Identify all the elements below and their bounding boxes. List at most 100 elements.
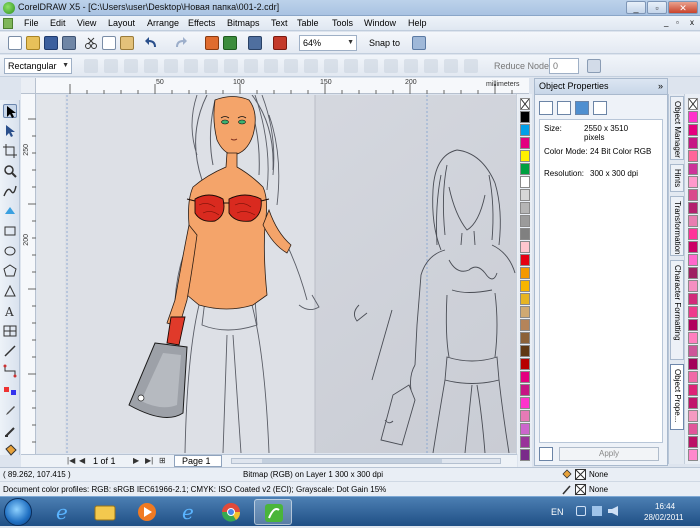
tab-object-manager[interactable]: Object Manager — [670, 96, 684, 160]
network-icon[interactable] — [592, 506, 602, 516]
document-color-profiles[interactable]: Document color profiles: RGB: sRGB IEC61… — [3, 485, 386, 494]
start-button[interactable] — [4, 498, 32, 526]
color-swatch[interactable] — [688, 293, 698, 305]
menu-effects[interactable]: Effects — [188, 18, 215, 28]
node-icon[interactable] — [404, 59, 418, 73]
last-page-icon[interactable]: ▶| — [145, 456, 153, 465]
clock-date[interactable]: 28/02/2011 — [644, 513, 683, 522]
internet-explorer-icon[interactable]: e — [44, 499, 82, 525]
menu-help[interactable]: Help — [408, 18, 427, 28]
node-icon[interactable] — [104, 59, 118, 73]
options-icon[interactable] — [587, 59, 601, 73]
menu-tools[interactable]: Tools — [332, 18, 353, 28]
doc-minimize-button[interactable]: _ — [664, 18, 668, 27]
node-icon[interactable] — [344, 59, 358, 73]
color-swatch[interactable] — [520, 410, 530, 422]
node-icon[interactable] — [124, 59, 138, 73]
color-swatch[interactable] — [688, 358, 698, 370]
notification-arrow-icon[interactable] — [576, 506, 586, 516]
color-swatch[interactable] — [520, 306, 530, 318]
fill-tab-icon[interactable] — [539, 101, 553, 115]
menu-table[interactable]: Table — [297, 18, 319, 28]
color-swatch[interactable] — [688, 228, 698, 240]
color-swatch[interactable] — [520, 189, 530, 201]
pick-tool-icon[interactable] — [3, 104, 17, 118]
page-tab[interactable]: Page 1 — [174, 455, 222, 467]
color-swatch[interactable] — [688, 111, 698, 123]
color-swatch[interactable] — [688, 345, 698, 357]
paste-icon[interactable] — [120, 36, 134, 50]
menu-edit[interactable]: Edit — [50, 18, 66, 28]
node-icon[interactable] — [264, 59, 278, 73]
open-folder-icon[interactable] — [26, 36, 40, 50]
save-icon[interactable] — [44, 36, 58, 50]
snap-to-menu[interactable]: Snap to — [369, 38, 400, 48]
crop-tool-icon[interactable] — [3, 144, 17, 158]
outline-tab-icon[interactable] — [557, 101, 571, 115]
tab-hints[interactable]: Hints — [670, 164, 684, 192]
color-swatch[interactable] — [520, 397, 530, 409]
node-icon[interactable] — [184, 59, 198, 73]
node-icon[interactable] — [224, 59, 238, 73]
node-icon[interactable] — [84, 59, 98, 73]
dimension-tool-icon[interactable] — [3, 344, 17, 358]
color-swatch[interactable] — [688, 176, 698, 188]
color-swatch[interactable] — [520, 254, 530, 266]
smart-fill-tool-icon[interactable] — [3, 204, 17, 218]
cut-icon[interactable] — [84, 36, 98, 50]
no-outline-icon[interactable] — [575, 484, 586, 495]
export-icon[interactable] — [223, 36, 237, 50]
no-color-swatch[interactable] — [520, 98, 530, 110]
shape-mode-select[interactable]: Rectangular ▼ — [4, 58, 72, 74]
horizontal-scrollbar[interactable] — [231, 458, 501, 464]
color-swatch[interactable] — [520, 332, 530, 344]
tab-character-formatting[interactable]: Character Formatting — [670, 260, 684, 360]
copy-icon[interactable] — [102, 36, 116, 50]
horizontal-ruler[interactable]: 50 100 150 200 millimeters — [36, 78, 529, 94]
import-icon[interactable] — [205, 36, 219, 50]
color-swatch[interactable] — [688, 163, 698, 175]
blend-tool-icon[interactable] — [3, 384, 17, 398]
color-swatch[interactable] — [520, 267, 530, 279]
next-page-icon[interactable]: ▶ — [133, 456, 139, 465]
color-swatch[interactable] — [520, 111, 530, 123]
apply-button[interactable]: Apply — [559, 447, 659, 461]
node-icon[interactable] — [464, 59, 478, 73]
color-swatch[interactable] — [520, 319, 530, 331]
basic-shapes-tool-icon[interactable] — [3, 284, 17, 298]
connector-tool-icon[interactable] — [3, 364, 17, 378]
color-swatch[interactable] — [520, 449, 530, 461]
color-swatch[interactable] — [520, 371, 530, 383]
outline-pen-tool-icon[interactable] — [3, 424, 17, 438]
color-swatch[interactable] — [520, 345, 530, 357]
fill-tool-icon[interactable] — [3, 444, 17, 458]
freehand-tool-icon[interactable] — [3, 184, 17, 198]
color-swatch[interactable] — [520, 293, 530, 305]
chrome-icon[interactable] — [212, 499, 250, 525]
color-swatch[interactable] — [520, 358, 530, 370]
volume-icon[interactable] — [608, 506, 618, 516]
color-swatch[interactable] — [688, 137, 698, 149]
color-swatch[interactable] — [688, 267, 698, 279]
ellipse-tool-icon[interactable] — [3, 244, 17, 258]
node-icon[interactable] — [204, 59, 218, 73]
color-swatch[interactable] — [520, 241, 530, 253]
color-swatch[interactable] — [520, 124, 530, 136]
ruler-origin[interactable] — [21, 78, 36, 94]
color-swatch[interactable] — [688, 202, 698, 214]
shape-tool-icon[interactable] — [3, 124, 17, 138]
media-player-icon[interactable] — [128, 499, 166, 525]
color-swatch[interactable] — [688, 280, 698, 292]
color-swatch[interactable] — [688, 436, 698, 448]
color-swatch[interactable] — [520, 436, 530, 448]
polygon-tool-icon[interactable] — [3, 264, 17, 278]
minimize-button[interactable]: _ — [626, 1, 646, 14]
color-swatch[interactable] — [688, 241, 698, 253]
color-swatch[interactable] — [688, 215, 698, 227]
color-swatch[interactable] — [688, 371, 698, 383]
zoom-tool-icon[interactable] — [3, 164, 17, 178]
color-swatch[interactable] — [520, 137, 530, 149]
color-swatch[interactable] — [688, 449, 698, 461]
color-swatch[interactable] — [688, 189, 698, 201]
node-icon[interactable] — [424, 59, 438, 73]
